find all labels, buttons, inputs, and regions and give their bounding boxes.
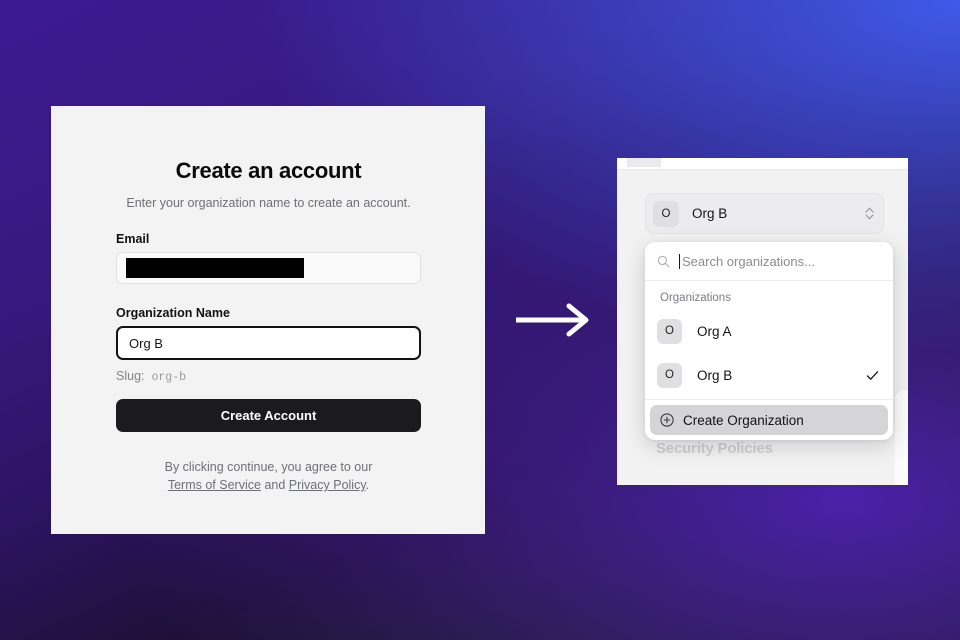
page-subtitle: Enter your organization name to create a… (126, 196, 411, 210)
dropdown-group-label: Organizations (660, 292, 731, 304)
terms-of-service-link[interactable]: Terms of Service (168, 478, 261, 492)
org-avatar: O (657, 318, 682, 344)
org-avatar: O (657, 362, 682, 388)
legal-conjunction: and (264, 478, 286, 492)
privacy-policy-link[interactable]: Privacy Policy (289, 478, 366, 492)
org-selector-label: Org B (692, 206, 728, 221)
create-account-card: Create an account Enter your organizatio… (51, 106, 485, 534)
slug-row: Slug: org-b (116, 369, 421, 384)
chevron-up-down-icon (864, 206, 875, 221)
org-switcher-panel: Security Policies O Org B Search organiz… (617, 158, 908, 485)
org-search-row[interactable]: Search organizations... (645, 242, 893, 281)
browser-tab-strip (617, 158, 908, 170)
create-organization-label: Create Organization (683, 412, 804, 428)
email-label: Email (116, 232, 150, 246)
org-search-input[interactable]: Search organizations... (682, 254, 815, 269)
background-card (895, 390, 908, 485)
search-icon (657, 255, 670, 268)
text-cursor (679, 253, 680, 269)
organization-name-input[interactable]: Org B (116, 326, 421, 360)
email-field[interactable] (116, 252, 421, 284)
dropdown-item-org-b[interactable]: O Org B (645, 353, 893, 397)
plus-circle-icon (660, 413, 674, 427)
organization-name-label: Organization Name (116, 306, 230, 320)
dropdown-item-label: Org B (697, 367, 733, 383)
org-selector-button[interactable]: O Org B (645, 193, 884, 234)
org-dropdown-menu: Search organizations... Organizations O … (645, 242, 893, 440)
arrow-right-icon (515, 303, 592, 337)
legal-suffix: . (365, 478, 370, 492)
check-icon (866, 369, 879, 382)
org-avatar: O (653, 200, 679, 227)
slug-value: org-b (151, 371, 187, 384)
organization-name-value: Org B (129, 335, 163, 351)
legal-prefix: By clicking continue, you agree to our (164, 460, 373, 474)
email-redaction-bar (126, 258, 304, 278)
dropdown-item-label: Org A (697, 323, 732, 339)
slug-label: Slug: (116, 369, 145, 383)
create-account-form: Create an account Enter your organizatio… (116, 106, 421, 494)
screenshot-stage: Create an account Enter your organizatio… (0, 0, 960, 640)
legal-text: By clicking continue, you agree to our T… (116, 458, 421, 494)
create-organization-item[interactable]: Create Organization (650, 405, 888, 435)
dropdown-item-org-a[interactable]: O Org A (645, 309, 893, 353)
dropdown-footer: Create Organization (645, 400, 893, 440)
page-title: Create an account (175, 158, 362, 183)
background-section-heading: Security Policies (656, 440, 773, 457)
create-account-button[interactable]: Create Account (116, 399, 421, 432)
